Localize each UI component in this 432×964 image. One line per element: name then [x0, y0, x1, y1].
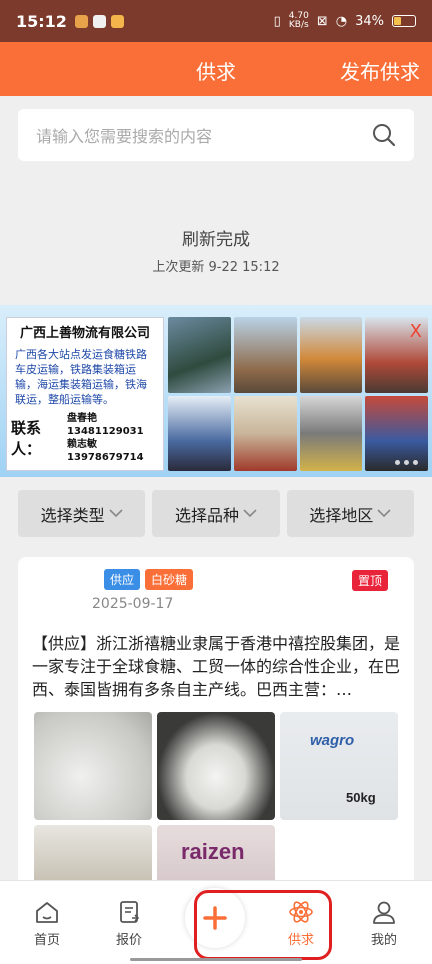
filter-variety-label: 选择品种: [174, 505, 239, 525]
gesture-home-bar[interactable]: [130, 958, 302, 961]
pinned-badge: 置顶: [351, 570, 388, 591]
tab-home-label: 首页: [33, 933, 60, 948]
refresh-message: 刷新完成: [182, 230, 250, 250]
net-speed-unit: KB/s: [288, 20, 309, 30]
post-tags: 供应 白砂糖: [104, 569, 194, 590]
ad-contact-numbers: 盘春艳13481129031 赖志敏13978679714: [67, 412, 163, 464]
carousel-dot: [395, 460, 400, 465]
chevron-down-icon: [109, 509, 123, 518]
ad-photo-workers: [299, 395, 363, 471]
net-speed: 4.70 KB/s: [289, 12, 309, 30]
ad-photos: [168, 317, 428, 471]
post-content[interactable]: 【供应】浙江浙禧糖业隶属于香港中禧控股集团，是一家专注于全球食糖、工贸一体的综合…: [32, 632, 400, 701]
bag-weight: 50kg: [346, 790, 376, 805]
tab-mine-label: 我的: [370, 933, 397, 948]
carousel-dot: [413, 460, 418, 465]
filter-type-label: 选择类型: [40, 505, 105, 525]
sim-icon: ⊠: [316, 13, 328, 29]
home-icon: [36, 902, 58, 923]
post-image-warehouse[interactable]: [34, 825, 152, 887]
filter-region[interactable]: 选择地区: [286, 490, 414, 537]
ad-text-panel: 广西上善物流有限公司 广西各大站点发运食糖铁路车皮运输，铁路集装箱运输，海运集装…: [6, 317, 164, 471]
search-icon[interactable]: [372, 123, 396, 147]
last-update-time: 上次更新 9-22 15:12: [152, 260, 280, 275]
vibrate-icon: ▯: [273, 13, 281, 29]
post-variety-tag: 白砂糖: [145, 569, 194, 590]
post-image-wagro-bag[interactable]: wagro 50kg: [280, 712, 398, 820]
search-input[interactable]: 请输入您需要搜索的内容: [36, 123, 372, 147]
carousel-dots: [395, 460, 418, 465]
annotation-highlight-box: [194, 890, 332, 960]
filter-type[interactable]: 选择类型: [18, 490, 146, 537]
post-image-sugar-pile[interactable]: [157, 712, 275, 820]
ad-contact-1: 盘春艳13481129031: [67, 413, 144, 437]
user-icon: [373, 901, 395, 924]
tab-home[interactable]: 首页: [17, 899, 77, 948]
filter-bar: 选择类型 选择品种 选择地区: [18, 490, 414, 537]
ad-banner[interactable]: 广西上善物流有限公司 广西各大站点发运食糖铁路车皮运输，铁路集装箱运输，海运集装…: [0, 305, 432, 477]
supply-post-card[interactable]: 供应 白砂糖 置顶 2025-09-17 【供应】浙江浙禧糖业隶属于香港中禧控股…: [18, 557, 414, 887]
filter-variety[interactable]: 选择品种: [152, 490, 280, 537]
post-type-tag: 供应: [104, 569, 141, 590]
ad-close-button[interactable]: X: [410, 321, 422, 342]
battery-icon: [392, 15, 416, 27]
ad-company-name: 广西上善物流有限公司: [19, 326, 150, 341]
app-notification-icon: [92, 14, 106, 28]
status-bar: 15:12 ▯ 4.70 KB/s ⊠ ◔ 34%: [0, 0, 432, 42]
ad-photo-forklifts: [299, 317, 363, 393]
ad-photo-containers: [168, 317, 231, 393]
ad-contact-2: 赖志敏13978679714: [67, 439, 144, 463]
post-image-sugar-crystals[interactable]: [34, 712, 152, 820]
chevron-down-icon: [243, 509, 257, 518]
status-time: 15:12: [16, 11, 67, 31]
ad-photo-sacks: [233, 395, 297, 471]
publish-button[interactable]: 发布供求: [340, 56, 420, 85]
chevron-down-icon: [377, 509, 391, 518]
post-images: wagro 50kg raizen: [34, 712, 400, 887]
filter-region-label: 选择地区: [309, 505, 374, 525]
carousel-dot: [404, 460, 409, 465]
refresh-indicator: 刷新完成 上次更新 9-22 15:12: [0, 225, 432, 275]
wifi-icon: ◔: [335, 13, 348, 29]
search-bar[interactable]: 请输入您需要搜索的内容: [18, 109, 414, 161]
ad-contact: 联系人： 盘春艳13481129031 赖志敏13978679714: [11, 412, 163, 464]
tab-mine[interactable]: 我的: [354, 899, 414, 948]
app-notification-icon: [74, 14, 88, 28]
quote-icon: [120, 901, 140, 923]
status-right: ▯ 4.70 KB/s ⊠ ◔ 34%: [274, 12, 416, 30]
app-notification-icon: [110, 14, 124, 28]
ad-photo-loading: [168, 395, 231, 471]
tab-quote-label: 报价: [115, 933, 142, 948]
wagro-logo: wagro: [310, 732, 355, 749]
notification-icons: [74, 14, 124, 28]
ad-contact-label: 联系人：: [11, 419, 42, 458]
ad-photo-crane: [233, 317, 297, 393]
post-image-raizen-bag[interactable]: raizen: [157, 825, 275, 887]
raizen-logo: raizen: [181, 839, 245, 864]
post-date: 2025-09-17: [92, 596, 174, 612]
tab-quote[interactable]: 报价: [99, 899, 159, 948]
ad-description: 广西各大站点发运食糖铁路车皮运输，铁路集装箱运输，海运集装箱运输，铁海联运，整船…: [15, 348, 147, 406]
battery-percent: 34%: [355, 13, 384, 29]
app-header: 供求 发布供求: [0, 42, 432, 96]
